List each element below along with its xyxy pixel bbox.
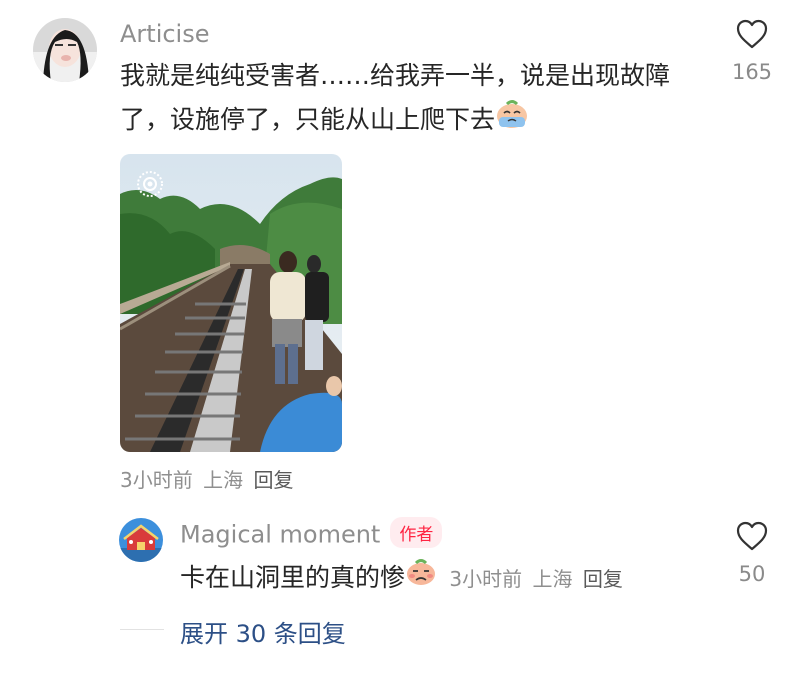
- reply-text: 卡在山洞里的真的惨: [180, 563, 406, 592]
- reply-username[interactable]: Magical moment: [180, 521, 380, 549]
- reply-like-count: 50: [738, 562, 766, 586]
- comment-time: 3小时前: [120, 468, 193, 492]
- comment-reply-button[interactable]: 回复: [253, 468, 293, 492]
- comment-like-count: 165: [731, 60, 773, 84]
- reply-reply-button[interactable]: 回复: [583, 567, 623, 591]
- comment-text: 我就是纯纯受害者……给我弄一半，说是出现故障了，设施停了，只能从山上爬下去: [120, 54, 695, 143]
- author-badge: 作者: [390, 517, 443, 548]
- reply-like-button[interactable]: 50: [722, 520, 782, 586]
- reply-text-row: 卡在山洞里的真的惨 3小时前 上海 回复: [180, 556, 627, 601]
- sad-face-emoji-icon: [405, 557, 437, 601]
- comment-meta: 3小时前 上海 回复: [120, 464, 297, 493]
- heart-outline-icon[interactable]: [735, 520, 769, 552]
- commenter-username[interactable]: Articise: [120, 20, 210, 48]
- reply-meta: 3小时前 上海 回复: [443, 567, 627, 591]
- heart-outline-icon[interactable]: [735, 18, 769, 50]
- reply-username-row: Magical moment 作者: [180, 517, 443, 551]
- comment-photo[interactable]: [120, 154, 342, 452]
- reply-avatar[interactable]: [119, 518, 163, 562]
- expand-divider: [120, 629, 164, 630]
- crying-face-emoji-icon: [495, 99, 529, 143]
- reply-location: 上海: [532, 567, 573, 591]
- comment-location: 上海: [203, 468, 244, 492]
- reply-time: 3小时前: [449, 567, 523, 591]
- expand-replies-button[interactable]: 展开 30 条回复: [180, 614, 346, 649]
- commenter-avatar[interactable]: [33, 18, 97, 82]
- comment-text-content: 我就是纯纯受害者……给我弄一半，说是出现故障了，设施停了，只能从山上爬下去: [120, 61, 671, 134]
- comment-like-button[interactable]: 165: [722, 18, 782, 84]
